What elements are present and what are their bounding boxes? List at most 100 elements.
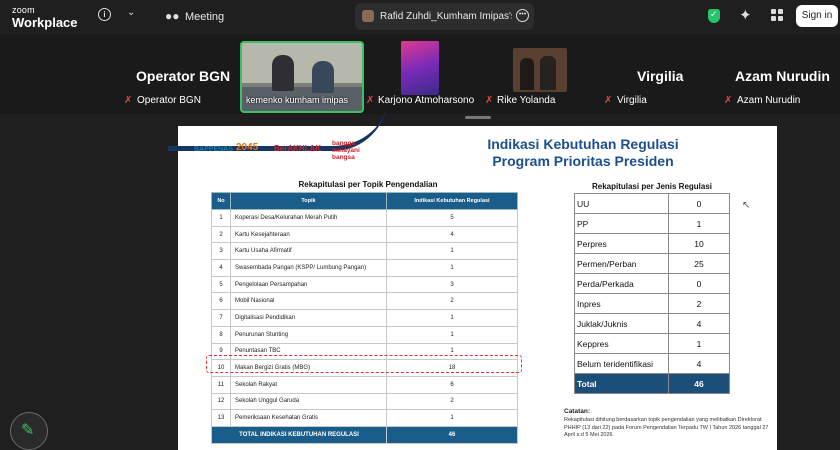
table-cell-topic: Sekolah Unggul Garuda xyxy=(230,392,387,411)
berakhlak-logo: BerAKHLAK xyxy=(274,144,322,153)
video-background xyxy=(242,43,362,83)
table-row: Keppres 1 xyxy=(574,333,730,354)
table-cell-no: 3 xyxy=(211,242,231,261)
type-table: UU 0 PP 1 Perpres 10 Permen/Perban 25 Perda/Perk… xyxy=(574,193,730,394)
table-cell-value: 1 xyxy=(386,309,518,327)
screen-share-label[interactable]: Rafid Zuhdi_Kumham Imipas's sc xyxy=(380,11,512,22)
table-row: 7 Digitalisasi Pendidikan 1 xyxy=(211,309,518,327)
table-cell-value: 10 xyxy=(668,233,730,254)
table-row: 3 Kartu Usaha Afirmatif 1 xyxy=(211,242,518,261)
table-cell-value: 1 xyxy=(668,213,730,234)
table-cell-type: UU xyxy=(574,193,669,214)
participant-name: Virgilia xyxy=(637,68,684,84)
zoom-logo-small: zoom xyxy=(12,5,35,15)
table-row: 1 Koperasi Desa/Kelurahan Merah Putih 5 xyxy=(211,209,518,227)
table-cell-value: 2 xyxy=(668,293,730,314)
topic-table: No Topik Indikasi Kebutuhan Regulasi 1 Ko… xyxy=(211,192,518,444)
table-row: Perda/Perkada 0 xyxy=(574,273,730,294)
slide-title: Indikasi Kebutuhan Regulasi xyxy=(487,136,679,152)
sign-in-button[interactable]: Sign in xyxy=(796,5,838,27)
chevron-down-icon[interactable]: ⌄ xyxy=(127,7,135,18)
sharer-avatar xyxy=(362,10,374,22)
table-cell-no: 1 xyxy=(211,209,231,227)
table-cell-value: 1 xyxy=(386,259,518,277)
table-cell-type: Permen/Perban xyxy=(574,253,669,274)
table-cell-value: 1 xyxy=(668,333,730,354)
apps-icon[interactable] xyxy=(771,9,783,21)
notes-title: Catatan: xyxy=(564,408,591,415)
table-cell-value: 4 xyxy=(386,225,518,244)
info-icon[interactable]: i xyxy=(98,8,111,21)
table-cell-value: 6 xyxy=(386,375,518,394)
table-cell-value: 5 xyxy=(386,209,518,227)
mic-muted-icon: ✗ xyxy=(604,95,613,106)
table-cell-topic: Mobil Nasional xyxy=(230,292,387,311)
shield-check-icon: ✓ xyxy=(710,9,718,19)
table-cell-type: Juklak/Juknis xyxy=(574,313,669,334)
column-header: Indikasi Kebutuhan Regulasi xyxy=(386,192,518,210)
topic-table-caption: Rekapitulasi per Topik Pengendalian xyxy=(298,180,438,189)
type-table-caption: Rekapitulasi per Jenis Regulasi xyxy=(591,182,713,191)
total-label: Total xyxy=(574,373,669,394)
table-cell-value: 1 xyxy=(386,242,518,261)
pencil-icon[interactable]: ✎ xyxy=(21,420,34,440)
table-row: UU 0 xyxy=(574,193,730,214)
participant-name: Azam Nurudin xyxy=(735,68,830,84)
table-row: 11 Sekolah Rakyat 6 xyxy=(211,375,518,394)
mic-muted-icon: ✗ xyxy=(724,95,733,106)
table-row: Perpres 10 xyxy=(574,233,730,254)
participant-label: Karjono Atmoharsono xyxy=(378,95,475,106)
shared-screen-slide: BAPPENAS 2045 BerAKHLAK bangga melayani … xyxy=(168,126,777,450)
highlight-box-mbg xyxy=(206,355,522,373)
table-row: Inpres 2 xyxy=(574,293,730,314)
table-cell-no: 11 xyxy=(211,375,231,394)
video-person xyxy=(520,58,534,90)
table-cell-topic: Pemeriksaan Kesehatan Gratis xyxy=(230,409,387,427)
table-row: Juklak/Juknis 4 xyxy=(574,313,730,334)
table-row: Permen/Perban 25 xyxy=(574,253,730,274)
table-cell-type: Belum teridentifikasi xyxy=(574,353,669,374)
participants-icon[interactable]: ●● xyxy=(165,9,180,23)
ai-companion-icon[interactable]: ✦ xyxy=(739,6,752,24)
table-cell-no: 7 xyxy=(211,309,231,327)
table-cell-type: Perda/Perkada xyxy=(574,273,669,294)
table-row: Belum teridentifikasi 4 xyxy=(574,353,730,374)
table-cell-no: 6 xyxy=(211,292,231,311)
table-cell-topic: Penurunan Stunting xyxy=(230,325,387,344)
total-value: 46 xyxy=(668,373,730,394)
participant-name: Operator BGN xyxy=(136,68,231,84)
table-cell-type: PP xyxy=(574,213,669,234)
participant-video[interactable] xyxy=(401,41,439,95)
table-cell-no: 12 xyxy=(211,392,231,411)
more-options-icon[interactable]: ••• xyxy=(516,9,529,22)
mic-muted-icon: ✗ xyxy=(124,95,133,106)
table-cell-topic: Koperasi Desa/Kelurahan Merah Putih xyxy=(230,209,387,227)
table-total-row: Total 46 xyxy=(574,373,730,394)
bangga-melayani-logo: bangga melayani bangsa xyxy=(332,140,360,161)
notes-text: Rekapitulasi dihitung berdasarkan topik … xyxy=(564,417,769,438)
meeting-label[interactable]: Meeting xyxy=(185,11,224,23)
table-cell-no: 4 xyxy=(211,259,231,277)
table-cell-no: 8 xyxy=(211,325,231,344)
table-cell-value: 2 xyxy=(386,292,518,311)
table-cell-topic: Sekolah Rakyat xyxy=(230,375,387,394)
table-row: 12 Sekolah Unggul Garuda 2 xyxy=(211,392,518,411)
table-row: 6 Mobil Nasional 2 xyxy=(211,292,518,311)
video-person xyxy=(312,61,334,93)
participant-label: Azam Nurudin xyxy=(737,95,801,106)
table-cell-value: 25 xyxy=(668,253,730,274)
participant-label: Rike Yolanda xyxy=(497,95,556,106)
table-row: 8 Penurunan Stunting 1 xyxy=(211,325,518,344)
video-person xyxy=(540,56,556,90)
gallery-scroll-indicator[interactable] xyxy=(465,116,491,119)
zoom-logo-workplace: Workplace xyxy=(12,15,78,30)
column-header: Topik xyxy=(230,192,387,210)
table-cell-value: 3 xyxy=(386,275,518,294)
table-cell-topic: Kartu Usaha Afirmatif xyxy=(230,242,387,261)
column-header: No xyxy=(211,192,231,210)
table-total-row: TOTAL INDIKASI KEBUTUHAN REGULASI 46 xyxy=(211,425,518,444)
slide-subtitle: Program Prioritas Presiden xyxy=(492,153,674,169)
table-row: PP 1 xyxy=(574,213,730,234)
table-row: 4 Swasembada Pangan (KSPP/ Lumbung Pangan… xyxy=(211,259,518,277)
video-person xyxy=(272,55,294,91)
